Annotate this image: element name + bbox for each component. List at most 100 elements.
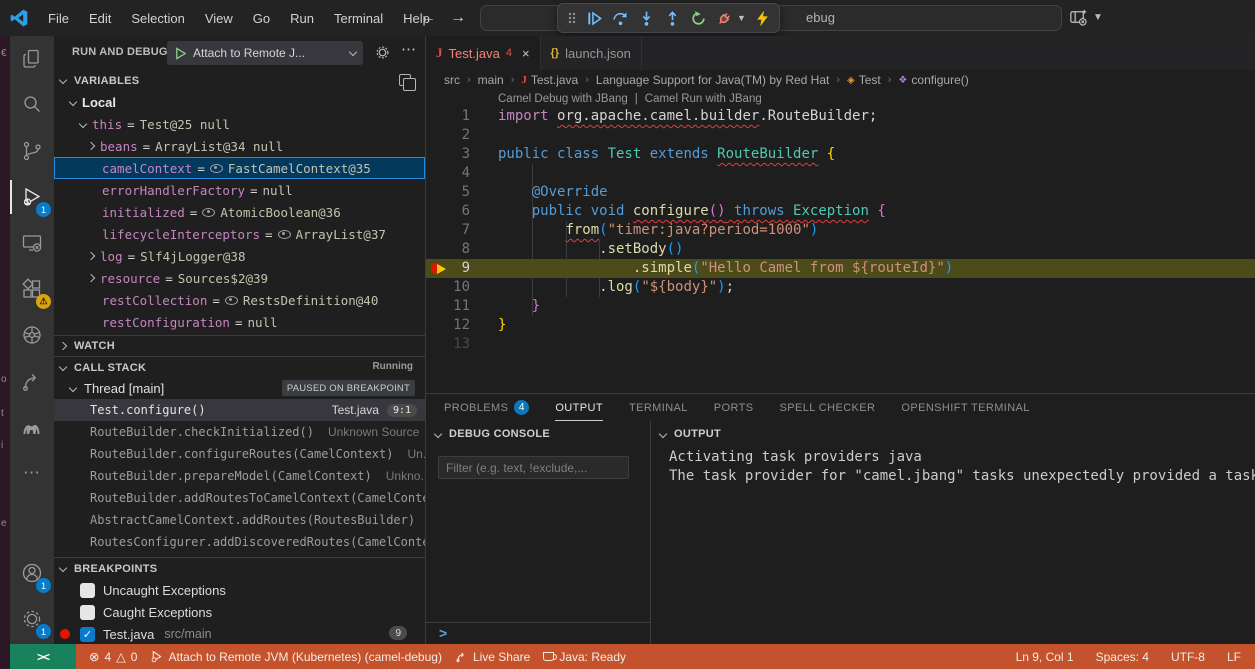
- variable-row-Local[interactable]: Local: [54, 91, 425, 113]
- panel-tab-openshift-terminal[interactable]: OPENSHIFT TERMINAL: [901, 394, 1029, 421]
- code-line-4[interactable]: 4: [426, 164, 1255, 183]
- lazy-eval-eye-icon[interactable]: [225, 296, 238, 305]
- code-line-11[interactable]: 11 }: [426, 297, 1255, 316]
- breadcrumb-item[interactable]: ◈Test: [847, 73, 881, 87]
- launch-config-select[interactable]: Attach to Remote J...: [167, 41, 363, 65]
- start-debug-icon[interactable]: [174, 47, 187, 60]
- code-line-2[interactable]: 2: [426, 126, 1255, 145]
- codelens-camel-debug-link[interactable]: Camel Debug with JBang: [498, 93, 628, 105]
- breakpoint-checkbox[interactable]: ✓: [80, 627, 95, 642]
- breadcrumb-item[interactable]: src: [444, 73, 460, 87]
- continue-button[interactable]: [586, 10, 603, 27]
- close-icon[interactable]: ×: [522, 46, 530, 61]
- lazy-eval-eye-icon[interactable]: [210, 164, 223, 173]
- tab-test-java[interactable]: J Test.java 4 ×: [426, 36, 541, 70]
- accounts-button[interactable]: 1: [10, 550, 54, 596]
- disconnect-button[interactable]: [716, 10, 733, 27]
- code-line-5[interactable]: 5 @Override: [426, 183, 1255, 202]
- sidebar-item-explorer[interactable]: [10, 36, 54, 82]
- console-input-row[interactable]: >: [426, 622, 651, 645]
- step-into-button[interactable]: [638, 10, 655, 27]
- variable-row-this[interactable]: this=Test@25 null: [54, 113, 425, 135]
- variable-row-camelContext[interactable]: camelContext=FastCamelContext@35: [54, 157, 425, 179]
- menu-edit[interactable]: Edit: [79, 7, 121, 30]
- panel-tab-terminal[interactable]: TERMINAL: [629, 394, 688, 421]
- variable-chevron-icon[interactable]: [79, 120, 87, 128]
- menu-view[interactable]: View: [195, 7, 243, 30]
- breadcrumb-item[interactable]: JTest.java: [521, 73, 578, 87]
- variable-row-beans[interactable]: beans=ArrayList@34 null: [54, 135, 425, 157]
- code-line-6[interactable]: 6 public void configure() throws Excepti…: [426, 202, 1255, 221]
- status-spaces[interactable]: Spaces: 4: [1096, 650, 1149, 664]
- variable-chevron-icon[interactable]: [87, 274, 95, 282]
- variable-row-restConfiguration[interactable]: restConfiguration=null: [54, 311, 425, 333]
- breakpoint-row[interactable]: Caught Exceptions: [54, 601, 425, 623]
- code-line-3[interactable]: 3public class Test extends RouteBuilder …: [426, 145, 1255, 164]
- variable-chevron-icon[interactable]: [69, 98, 77, 106]
- code-area[interactable]: 1import org.apache.camel.builder.RouteBu…: [426, 107, 1255, 354]
- live-share-status[interactable]: Live Share: [455, 650, 530, 664]
- menu-selection[interactable]: Selection: [121, 7, 194, 30]
- thread-row[interactable]: Thread [main] PAUSED ON BREAKPOINT: [54, 378, 425, 399]
- status-utf-8[interactable]: UTF-8: [1171, 650, 1205, 664]
- breadcrumb-item[interactable]: ❖configure(): [898, 73, 968, 87]
- stack-frame-row[interactable]: RouteBuilder.configureRoutes(CamelContex…: [54, 443, 425, 465]
- variable-row-lifecycleInterceptors[interactable]: lifecycleInterceptors=ArrayList@37: [54, 223, 425, 245]
- code-line-10[interactable]: 10 .log("${body}");: [426, 278, 1255, 297]
- stack-frame-row[interactable]: RouteBuilder.prepareModel(CamelContext)U…: [54, 465, 425, 487]
- breakpoints-section-header[interactable]: BREAKPOINTS: [54, 557, 425, 579]
- panel-tab-spell-checker[interactable]: SPELL CHECKER: [780, 394, 876, 421]
- variable-row-restCollection[interactable]: restCollection=RestsDefinition@40: [54, 289, 425, 311]
- variable-row-initialized[interactable]: initialized=AtomicBoolean@36: [54, 201, 425, 223]
- variables-section-header[interactable]: VARIABLES: [54, 70, 425, 91]
- code-line-8[interactable]: 8 .setBody(): [426, 240, 1255, 259]
- stack-frame-row[interactable]: RoutesConfigurer.addDiscoveredRoutes(Cam…: [54, 531, 425, 553]
- problems-status[interactable]: ⊗ 4 △ 0: [89, 649, 137, 664]
- code-line-12[interactable]: 12}: [426, 316, 1255, 335]
- step-out-button[interactable]: [664, 10, 681, 27]
- code-line-7[interactable]: 7 from("timer:java?period=1000"): [426, 221, 1255, 240]
- remote-indicator[interactable]: ><: [10, 644, 76, 669]
- menu-terminal[interactable]: Terminal: [324, 7, 393, 30]
- watch-section-header[interactable]: WATCH: [54, 335, 425, 356]
- breadcrumb-item[interactable]: Language Support for Java(TM) by Red Hat: [596, 73, 829, 87]
- console-filter-input[interactable]: [438, 456, 629, 479]
- debug-settings-gear-icon[interactable]: [374, 44, 391, 61]
- sidebar-item-source-control[interactable]: [10, 128, 54, 174]
- panel-tab-ports[interactable]: PORTS: [714, 394, 754, 421]
- call-stack-section-header[interactable]: CALL STACK Running: [54, 356, 425, 378]
- debug-session-status[interactable]: Attach to Remote JVM (Kubernetes) (camel…: [150, 650, 441, 664]
- status-lf[interactable]: LF: [1227, 650, 1241, 664]
- menu-file[interactable]: File: [38, 7, 79, 30]
- stack-frame-row[interactable]: RouteBuilder.addRoutesToCamelContext(Cam…: [54, 487, 425, 509]
- collapse-all-icon[interactable]: [399, 74, 411, 86]
- sidebar-item-search[interactable]: [10, 82, 54, 128]
- codelens-camel-run-link[interactable]: Camel Run with JBang: [645, 93, 762, 105]
- layout-control[interactable]: ▼: [1068, 7, 1103, 28]
- panel-tab-problems[interactable]: PROBLEMS4: [444, 394, 529, 421]
- lazy-eval-eye-icon[interactable]: [202, 208, 215, 217]
- stack-frame-row[interactable]: AbstractCamelContext.addRoutes(RoutesBui…: [54, 509, 425, 531]
- variable-row-errorHandlerFactory[interactable]: errorHandlerFactory=null: [54, 179, 425, 201]
- sidebar-item-extensions[interactable]: ⚠: [10, 266, 54, 312]
- code-line-9[interactable]: 9 .simple("Hello Camel from ${routeId}"): [426, 259, 1255, 278]
- settings-button[interactable]: 1: [10, 596, 54, 642]
- java-status[interactable]: Java: Ready: [543, 650, 626, 664]
- panel-tab-output[interactable]: OUTPUT: [555, 394, 603, 421]
- disconnect-dropdown-chevron-icon[interactable]: ▼: [737, 13, 746, 23]
- tab-launch-json[interactable]: {} launch.json: [541, 36, 642, 70]
- breakpoint-checkbox[interactable]: [80, 605, 95, 620]
- variable-chevron-icon[interactable]: [87, 252, 95, 260]
- restart-button[interactable]: [690, 10, 707, 27]
- sidebar-item-remote-explorer[interactable]: [10, 220, 54, 266]
- views-and-more-actions-button[interactable]: ⋯: [401, 40, 417, 58]
- variable-chevron-icon[interactable]: [87, 142, 95, 150]
- breadcrumb-item[interactable]: main: [478, 73, 504, 87]
- output-header[interactable]: OUTPUT: [651, 421, 1255, 446]
- status-ln[interactable]: Ln 9, Col 1: [1016, 650, 1074, 664]
- lazy-eval-eye-icon[interactable]: [278, 230, 291, 239]
- back-arrow-icon[interactable]: ←: [420, 9, 436, 27]
- sidebar-item-camel[interactable]: [10, 404, 54, 450]
- code-line-13[interactable]: 13: [426, 335, 1255, 354]
- sidebar-item-run-and-debug[interactable]: 1: [10, 174, 54, 220]
